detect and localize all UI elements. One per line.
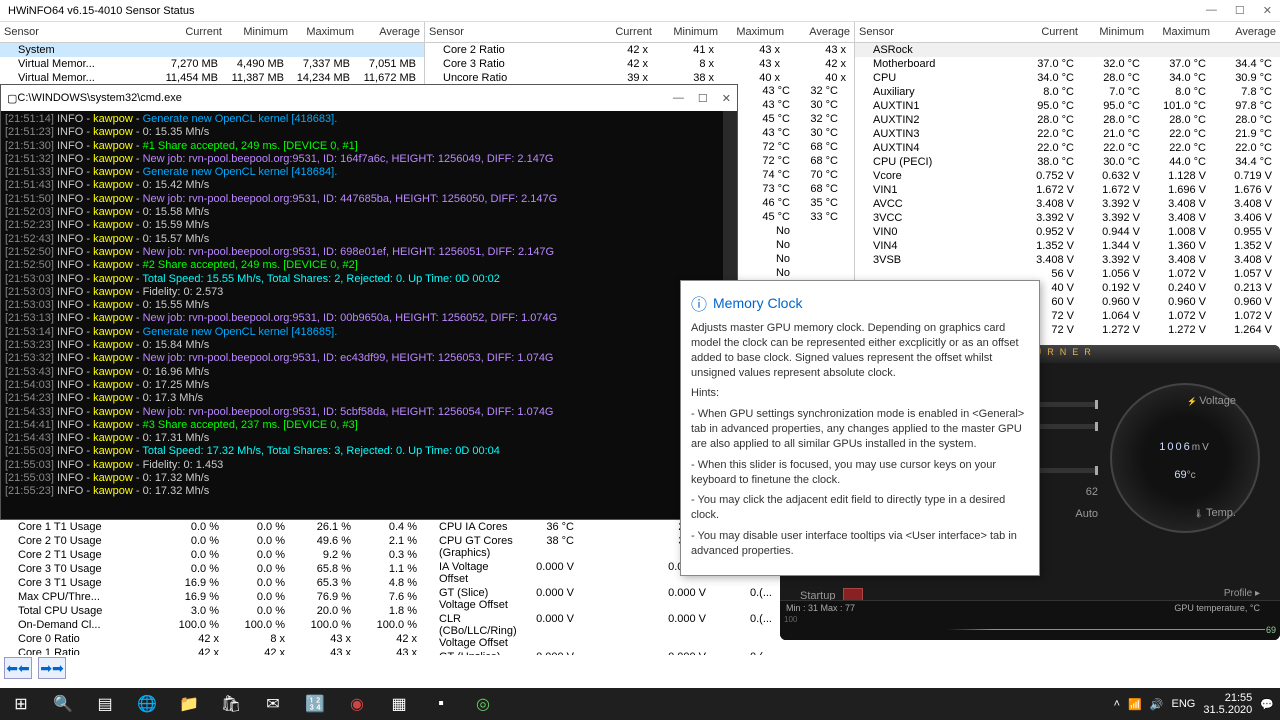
table-row[interactable]: No	[738, 266, 854, 280]
table-row[interactable]: CPU34.0 °C28.0 °C34.0 °C30.9 °C	[855, 71, 1280, 85]
table-row[interactable]: AUXTIN195.0 °C95.0 °C101.0 °C97.8 °C	[855, 99, 1280, 113]
table-row[interactable]: CPU (PECI)38.0 °C30.0 °C44.0 °C34.4 °C	[855, 155, 1280, 169]
table-row[interactable]: Motherboard37.0 °C32.0 °C37.0 °C34.4 °C	[855, 57, 1280, 71]
table-row[interactable]: System	[0, 43, 424, 57]
table-row[interactable]: Core 2 T0 Usage0.0 %0.0 %49.6 %2.1 %	[0, 534, 425, 548]
table-row[interactable]: 73 °C68 °C	[738, 182, 854, 196]
store-icon[interactable]: 🛍	[210, 688, 252, 720]
col-current[interactable]: Current	[160, 24, 226, 40]
panel-header[interactable]: Sensor Current Minimum Maximum Average	[0, 22, 424, 43]
table-row[interactable]: 46 °C35 °C	[738, 196, 854, 210]
table-row[interactable]: Virtual Memor...11,454 MB11,387 MB14,234…	[0, 71, 424, 85]
table-row[interactable]: ASRock	[855, 43, 1280, 57]
table-row[interactable]: Core 1 Ratio42 x42 x43 x43 x	[0, 646, 425, 655]
col-avg[interactable]: Average	[358, 24, 424, 40]
table-row[interactable]: On-Demand Cl...100.0 %100.0 %100.0 %100.…	[0, 618, 425, 632]
table-row[interactable]: No	[738, 238, 854, 252]
table-row[interactable]: 43 °C30 °C	[738, 98, 854, 112]
fan-auto-toggle[interactable]: Auto	[1075, 508, 1098, 520]
table-row[interactable]: VIN41.352 V1.344 V1.360 V1.352 V	[855, 239, 1280, 253]
cmd-output: [21:51:14] INFO - kawpow - Generate new …	[1, 111, 737, 501]
taskbar[interactable]: ⊞ 🔍 ▤ 🌐 📁 🛍 ✉ 🔢 ◉ ▦ ▪ ◎ ˄ 📶 🔊 ENG 21:553…	[0, 688, 1280, 720]
cmd-icon: ▢	[7, 92, 17, 105]
start-button[interactable]: ⊞	[0, 688, 42, 720]
table-row[interactable]: Core 3 Ratio42 x8 x43 x42 x	[425, 57, 854, 71]
tray-vol-icon[interactable]: 🔊	[1150, 698, 1164, 711]
table-row[interactable]: 45 °C32 °C	[738, 112, 854, 126]
table-row[interactable]: AVCC3.408 V3.392 V3.408 V3.408 V	[855, 197, 1280, 211]
voltage-temp-gauge[interactable]: ⚡ Voltage 1006mV 69°c 🌡 Temp.	[1110, 383, 1260, 533]
table-row[interactable]: Core 0 Ratio42 x8 x43 x42 x	[0, 632, 425, 646]
table-row[interactable]: 43 °C32 °C	[738, 84, 854, 98]
search-icon[interactable]: 🔍	[42, 688, 84, 720]
tray-up-icon[interactable]: ˄	[1114, 698, 1120, 710]
table-row[interactable]: 43 °C30 °C	[738, 126, 854, 140]
tray-clock[interactable]: 21:5531.5.2020	[1203, 692, 1252, 716]
app2-icon[interactable]: ▦	[378, 688, 420, 720]
table-row[interactable]: Auxiliary8.0 °C7.0 °C8.0 °C7.8 °C	[855, 85, 1280, 99]
table-row[interactable]: Core 3 T0 Usage0.0 %0.0 %65.8 %1.1 %	[0, 562, 425, 576]
nav-back-button[interactable]: ⬅⬅	[4, 657, 32, 679]
table-row[interactable]: VIN00.952 V0.944 V1.008 V0.955 V	[855, 225, 1280, 239]
table-row[interactable]: CLR (CBo/LLC/Ring) Voltage Offset0.000 V…	[425, 612, 780, 650]
table-row[interactable]: 72 °C68 °C	[738, 154, 854, 168]
temp-graph[interactable]: Min : 31 Max : 77 GPU temperature, °C 10…	[780, 600, 1280, 640]
cmd-icon[interactable]: ▪	[420, 688, 462, 720]
lower-left-panel: Core 1 T1 Usage0.0 %0.0 %26.1 %0.4 %Core…	[0, 520, 425, 655]
taskview-icon[interactable]: ▤	[84, 688, 126, 720]
table-row[interactable]: 3VSB3.408 V3.392 V3.408 V3.408 V	[855, 253, 1280, 267]
minimize-icon[interactable]: —	[1206, 4, 1217, 17]
table-row[interactable]: Virtual Memor...7,270 MB4,490 MB7,337 MB…	[0, 57, 424, 71]
table-row[interactable]: VIN11.672 V1.672 V1.696 V1.676 V	[855, 183, 1280, 197]
cmd-title-text: C:\WINDOWS\system32\cmd.exe	[17, 92, 181, 104]
explorer-icon[interactable]: 📁	[168, 688, 210, 720]
table-row[interactable]: 74 °C70 °C	[738, 168, 854, 182]
cmd-min-icon[interactable]: —	[673, 92, 684, 105]
table-row[interactable]: No	[738, 252, 854, 266]
table-row[interactable]: GT (Slice) Voltage Offset0.000 V0.000 V0…	[425, 586, 780, 612]
table-row[interactable]: Total CPU Usage3.0 %0.0 %20.0 %1.8 %	[0, 604, 425, 618]
memory-clock-tooltip: Memory Clock Adjusts master GPU memory c…	[680, 280, 1040, 576]
close-icon[interactable]: ✕	[1263, 4, 1272, 17]
table-row[interactable]: 3VCC3.392 V3.392 V3.408 V3.406 V	[855, 211, 1280, 225]
col-min[interactable]: Minimum	[226, 24, 292, 40]
table-row[interactable]: Core 1 T1 Usage0.0 %0.0 %26.1 %0.4 %	[0, 520, 425, 534]
calc-icon[interactable]: 🔢	[294, 688, 336, 720]
app1-icon[interactable]: ◉	[336, 688, 378, 720]
table-row[interactable]: Uncore Ratio39 x38 x40 x40 x	[425, 71, 854, 85]
table-row[interactable]: Core 3 T1 Usage16.9 %0.0 %65.3 %4.8 %	[0, 576, 425, 590]
app-title: HWiNFO64 v6.15-4010 Sensor Status	[8, 5, 194, 17]
table-row[interactable]: 72 °C68 °C	[738, 140, 854, 154]
tooltip-title: Memory Clock	[691, 291, 1029, 315]
table-row[interactable]: AUXTIN322.0 °C21.0 °C22.0 °C21.9 °C	[855, 127, 1280, 141]
cmd-close-icon[interactable]: ✕	[722, 92, 731, 105]
left-sensor-panel: Sensor Current Minimum Maximum Average S…	[0, 22, 425, 84]
table-row[interactable]: Vcore0.752 V0.632 V1.128 V0.719 V	[855, 169, 1280, 183]
cmd-max-icon[interactable]: ☐	[698, 92, 708, 105]
table-row[interactable]: 45 °C33 °C	[738, 210, 854, 224]
app3-icon[interactable]: ◎	[462, 688, 504, 720]
col-max[interactable]: Maximum	[292, 24, 358, 40]
mail-icon[interactable]: ✉	[252, 688, 294, 720]
main-titlebar: HWiNFO64 v6.15-4010 Sensor Status — ☐ ✕	[0, 0, 1280, 22]
table-row[interactable]: Max CPU/Thre...16.9 %0.0 %76.9 %7.6 %	[0, 590, 425, 604]
table-row[interactable]: 56 V1.056 V1.072 V1.057 V	[855, 267, 1280, 281]
tray-notif-icon[interactable]: 💬	[1260, 698, 1274, 711]
table-row[interactable]: Core 2 T1 Usage0.0 %0.0 %9.2 %0.3 %	[0, 548, 425, 562]
maximize-icon[interactable]: ☐	[1235, 4, 1245, 17]
mid-sensor-panel: Sensor Current Minimum Maximum Average C…	[425, 22, 855, 84]
nav-fwd-button[interactable]: ➡➡	[38, 657, 66, 679]
tray-lang[interactable]: ENG	[1172, 698, 1196, 710]
table-row[interactable]: AUXTIN422.0 °C22.0 °C22.0 °C22.0 °C	[855, 141, 1280, 155]
tray-net-icon[interactable]: 📶	[1128, 698, 1142, 711]
edge-icon[interactable]: 🌐	[126, 688, 168, 720]
table-row[interactable]: No	[738, 224, 854, 238]
table-row[interactable]: GT (Unslice) Voltage Offset0.000 V0.000 …	[425, 650, 780, 655]
col-sensor[interactable]: Sensor	[0, 24, 160, 40]
cmd-titlebar[interactable]: ▢ C:\WINDOWS\system32\cmd.exe — ☐ ✕	[1, 85, 737, 111]
table-row[interactable]: Core 2 Ratio42 x41 x43 x43 x	[425, 43, 854, 57]
profile-selector[interactable]: Profile ▸	[1224, 588, 1260, 599]
cmd-window: ▢ C:\WINDOWS\system32\cmd.exe — ☐ ✕ [21:…	[0, 84, 738, 520]
table-row[interactable]: AUXTIN228.0 °C28.0 °C28.0 °C28.0 °C	[855, 113, 1280, 127]
